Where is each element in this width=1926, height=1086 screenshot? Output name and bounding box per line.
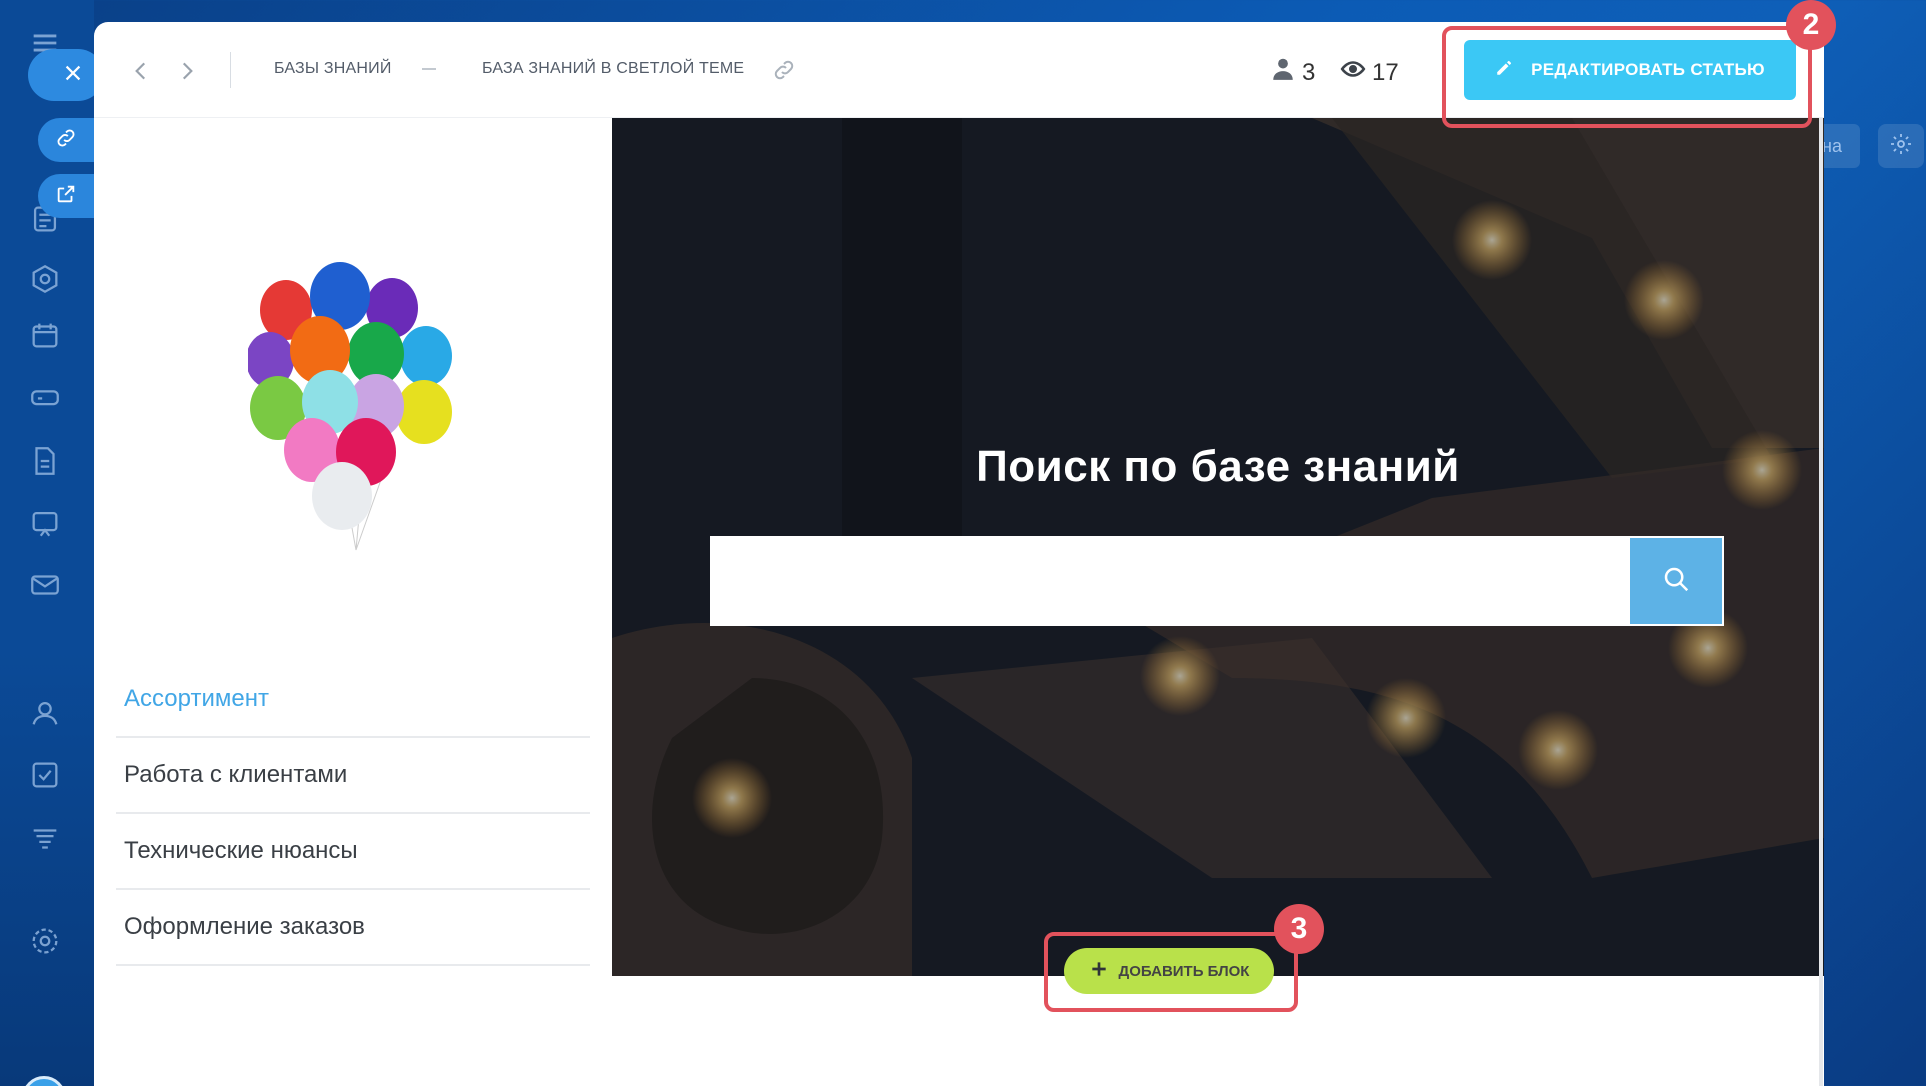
document-icon[interactable] [28, 444, 62, 478]
hexagon-icon[interactable] [28, 262, 62, 296]
back-button[interactable] [128, 58, 154, 84]
user-icon [1270, 56, 1296, 89]
close-icon [62, 62, 84, 89]
calendar-icon[interactable] [28, 318, 62, 352]
background-tab-label: на [1822, 135, 1842, 156]
menu-item-label: Работа с клиентами [124, 761, 348, 788]
link-icon [55, 127, 77, 154]
close-button[interactable] [28, 49, 104, 101]
tasks-icon[interactable] [28, 758, 62, 792]
gear-icon [1889, 132, 1913, 161]
bo-icon[interactable] [28, 506, 62, 540]
users-count: 3 [1302, 58, 1316, 86]
search-icon [1661, 564, 1691, 599]
menu-item-technical[interactable]: Технические нюансы [116, 814, 590, 890]
sections-menu: Ассортимент Работа с клиентами Техническ… [116, 662, 590, 966]
app-sidebar [0, 0, 94, 1086]
step-badge-2: 2 [1786, 0, 1836, 50]
breadcrumb-current[interactable]: БАЗА ЗНАНИЙ В СВЕТЛОЙ ТЕМЕ [482, 60, 744, 78]
highlight-edit-button [1442, 26, 1812, 128]
views-counter: 17 [1340, 56, 1399, 89]
menu-item-clients[interactable]: Работа с клиентами [116, 738, 590, 814]
contacts-icon[interactable] [28, 696, 62, 730]
highlight-add-block [1044, 932, 1298, 1012]
chevron-right-icon [174, 62, 200, 88]
menu-item-label: Оформление заказов [124, 913, 365, 940]
scrollbar[interactable] [1819, 118, 1823, 1086]
settings-icon[interactable] [28, 924, 62, 958]
search-button[interactable] [1630, 538, 1722, 624]
eye-icon [1340, 56, 1366, 89]
filter-icon[interactable] [28, 822, 62, 856]
views-count: 17 [1372, 58, 1399, 86]
search-hero-block: Поиск по базе знаний [612, 118, 1824, 976]
background-settings-button [1878, 124, 1924, 168]
article-panel: БАЗЫ ЗНАНИЙ БАЗА ЗНАНИЙ В СВЕТЛОЙ ТЕМЕ 3… [94, 22, 1824, 1086]
breadcrumb-knowledge-bases[interactable]: БАЗЫ ЗНАНИЙ [274, 60, 392, 78]
hero-title: Поиск по базе знаний [976, 442, 1460, 491]
menu-item-label: Технические нюансы [124, 837, 358, 864]
copy-link-button[interactable] [38, 118, 94, 162]
breadcrumb-separator [422, 68, 436, 70]
mail-icon[interactable] [28, 568, 62, 602]
step-badge-3: 3 [1274, 904, 1324, 954]
balloons-logo [246, 260, 464, 560]
users-counter: 3 [1270, 56, 1315, 89]
copy-page-link-button[interactable] [772, 58, 796, 82]
link-icon [772, 60, 796, 86]
forward-button[interactable] [174, 58, 200, 84]
search-box [710, 536, 1724, 626]
divider [230, 52, 231, 88]
search-input[interactable] [710, 536, 1630, 626]
menu-item-orders[interactable]: Оформление заказов [116, 890, 590, 966]
open-new-window-button[interactable] [38, 174, 94, 218]
drive-icon[interactable] [28, 380, 62, 414]
avatar[interactable] [22, 1076, 66, 1086]
external-link-icon [55, 183, 77, 210]
menu-item-label: Ассортимент [124, 685, 269, 712]
menu-item-assortment[interactable]: Ассортимент [116, 662, 590, 738]
chevron-left-icon [128, 62, 154, 88]
